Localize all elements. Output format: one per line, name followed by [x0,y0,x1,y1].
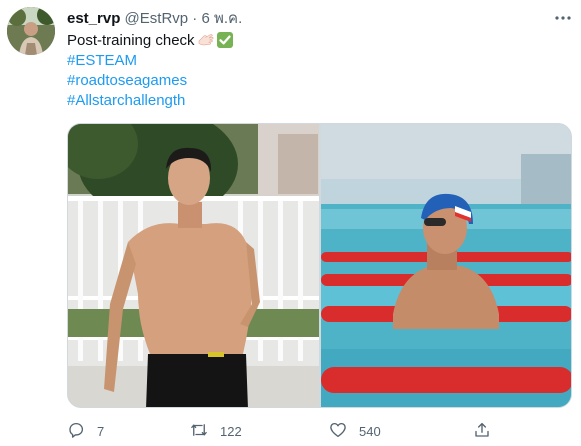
media-photo-2[interactable] [321,124,571,407]
reply-icon [67,421,85,442]
timestamp[interactable]: 6 พ.ค. [201,10,242,27]
media-grid [67,123,572,408]
retweet-button[interactable]: 122 [190,420,242,442]
share-button[interactable] [473,420,491,442]
like-count: 540 [359,423,381,439]
retweet-icon [190,421,208,442]
tweet-text: Post-training check #ESTEAM #roadtoseaga… [67,31,234,111]
media-photo-1[interactable] [68,124,319,407]
avatar[interactable] [7,7,55,55]
tweet-text-line: Post-training check [67,31,234,51]
action-bar: 7 122 540 [67,420,507,442]
check-mark-icon [216,31,234,49]
share-icon [473,421,491,442]
reply-button[interactable]: 7 [67,420,104,442]
hashtag-link[interactable]: #Allstarchallength [67,91,234,111]
retweet-count: 122 [220,423,242,439]
tweet-card[interactable]: est_rvp @EstRvp · 6 พ.ค. Post-training c… [0,0,581,446]
more-dots-icon[interactable] [553,8,573,28]
hand-icon [197,32,214,48]
heart-icon [329,421,347,442]
reply-count: 7 [97,423,105,439]
tweet-body: Post-training check [67,32,195,49]
hashtag-link[interactable]: #roadtoseagames [67,71,234,91]
display-name[interactable]: est_rvp [67,10,120,27]
user-handle[interactable]: @EstRvp [125,10,189,27]
tweet-header: est_rvp @EstRvp · 6 พ.ค. [67,9,242,29]
like-button[interactable]: 540 [329,420,381,442]
hashtag-link[interactable]: #ESTEAM [67,51,234,71]
separator-dot: · [192,10,198,27]
